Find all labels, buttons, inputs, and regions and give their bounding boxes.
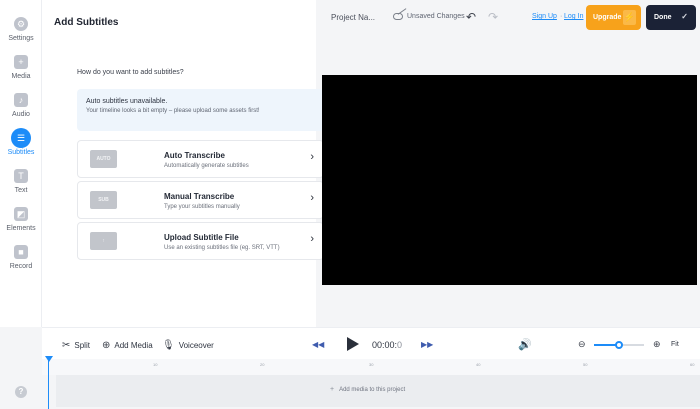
sub-thumbnail-icon: SUB — [90, 191, 117, 209]
auto-thumbnail-icon: AUTO — [90, 150, 117, 168]
notice-title: Auto subtitles unavailable. — [86, 98, 168, 105]
add-media-label: Add Media — [114, 341, 153, 350]
chevron-right-icon: › — [310, 192, 314, 204]
sidebar-item-label: Media — [11, 73, 31, 80]
text-icon: T — [14, 169, 28, 183]
playhead-handle[interactable] — [45, 356, 53, 362]
rewind-icon[interactable]: ◀◀ — [312, 340, 324, 349]
fit-button[interactable]: Fit — [671, 341, 679, 348]
editor-app: ⚙ Settings + Media ♪ Audio ☰ Subtitles T… — [0, 0, 700, 409]
play-icon[interactable] — [347, 337, 359, 351]
chevron-right-icon: › — [310, 151, 314, 163]
voiceover-label: Voiceover — [178, 341, 214, 350]
split-label: Split — [74, 341, 90, 350]
upgrade-label: Upgrade — [593, 14, 622, 21]
option-title: Manual Transcribe — [164, 192, 235, 201]
sidebar-item-elements[interactable]: ◩ Elements — [0, 207, 42, 243]
add-media-hint-label: Add media to this project — [339, 386, 406, 393]
record-icon: ■ — [14, 245, 28, 259]
microphone-icon: 🎙 — [162, 340, 175, 351]
subtitles-unavailable-notice: Auto subtitles unavailable. Your timelin… — [77, 89, 324, 131]
option-subtitle: Use an existing subtitles file (eg. SRT,… — [164, 245, 280, 251]
timecode-fraction: 0 — [397, 340, 403, 350]
speaker-icon[interactable]: 🔊 — [518, 338, 532, 351]
split-button[interactable]: ✂ Split — [62, 340, 90, 351]
subtitles-question: How do you want to add subtitles? — [77, 69, 184, 76]
ruler-tick-label: 10 — [153, 362, 158, 367]
add-media-hint[interactable]: + Add media to this project — [330, 386, 405, 393]
sidebar-item-audio[interactable]: ♪ Audio — [0, 93, 42, 129]
sidebar-item-label: Audio — [12, 111, 30, 118]
plus-icon: + — [330, 386, 335, 393]
playhead-line — [48, 360, 49, 409]
ruler-tick-label: 20 — [260, 362, 265, 367]
notice-body: Your timeline looks a bit empty – please… — [86, 108, 260, 114]
manual-transcribe-option[interactable]: SUB Manual Transcribe Type your subtitle… — [77, 181, 324, 219]
sidebar-item-label: Settings — [8, 35, 34, 42]
ruler-tick-label: 30 — [369, 362, 374, 367]
help-icon[interactable]: ? — [15, 386, 27, 398]
sidebar-item-label: Record — [9, 263, 33, 270]
empty-track[interactable]: + Add media to this project — [56, 375, 700, 407]
ruler-tick-label: 50 — [583, 362, 588, 367]
sidebar-item-record[interactable]: ■ Record — [0, 245, 42, 281]
timeline-ruler[interactable]: 10 20 30 40 50 60 — [42, 359, 700, 375]
sidebar-item-label: Elements — [6, 225, 36, 232]
left-sidebar: ⚙ Settings + Media ♪ Audio ☰ Subtitles T… — [0, 0, 42, 327]
option-subtitle: Type your subtitles manually — [164, 204, 240, 210]
sidebar-item-subtitles[interactable]: ☰ Subtitles — [0, 128, 42, 167]
cloud-off-icon — [393, 13, 403, 20]
redo-icon[interactable]: ↷ — [488, 10, 498, 24]
ruler-tick-label: 40 — [476, 362, 481, 367]
add-circle-icon: ⊕ — [102, 340, 111, 351]
sidebar-item-label: Subtitles — [7, 149, 35, 156]
zoom-slider[interactable] — [594, 341, 644, 349]
unsaved-label: Unsaved Changes — [407, 13, 465, 20]
sign-up-link[interactable]: Sign Up — [532, 13, 557, 20]
sidebar-item-settings[interactable]: ⚙ Settings — [0, 17, 42, 53]
sidebar-item-text[interactable]: T Text — [0, 169, 42, 205]
link-separator: · — [560, 13, 563, 20]
auto-transcribe-option[interactable]: AUTO Auto Transcribe Automatically gener… — [77, 140, 324, 178]
zoom-out-icon[interactable]: ⊖ — [578, 339, 586, 350]
subtitles-panel: Add Subtitles How do you want to add sub… — [42, 0, 324, 327]
done-button[interactable]: Done ✓ — [646, 5, 696, 30]
upload-thumbnail-icon: ↑ — [90, 232, 117, 250]
shapes-icon: ◩ — [14, 207, 28, 221]
fast-forward-icon[interactable]: ▶▶ — [421, 340, 433, 349]
ruler-tick-label: 60 — [690, 362, 695, 367]
project-name[interactable]: Project Na... — [331, 13, 375, 22]
gear-icon: ⚙ — [14, 17, 28, 31]
plus-icon: + — [14, 55, 28, 69]
voiceover-button[interactable]: 🎙 Voiceover — [162, 340, 214, 351]
add-media-button[interactable]: ⊕ Add Media — [102, 340, 153, 351]
upload-subtitle-file-option[interactable]: ↑ Upload Subtitle File Use an existing s… — [77, 222, 324, 260]
scissors-icon: ✂ — [62, 340, 71, 351]
zoom-in-icon[interactable]: ⊕ — [653, 339, 661, 350]
log-in-link[interactable]: Log In — [564, 13, 583, 20]
timecode-main: 00:00: — [372, 340, 398, 350]
upgrade-button[interactable]: Upgrade ⚡ — [586, 5, 641, 30]
sidebar-item-media[interactable]: + Media — [0, 55, 42, 91]
panel-title: Add Subtitles — [54, 17, 119, 28]
option-subtitle: Automatically generate subtitles — [164, 163, 249, 169]
chevron-right-icon: › — [310, 233, 314, 245]
zoom-slider-handle[interactable] — [615, 341, 623, 349]
music-note-icon: ♪ — [14, 93, 28, 107]
subtitles-icon: ☰ — [11, 128, 31, 148]
option-title: Auto Transcribe — [164, 151, 225, 160]
video-canvas[interactable] — [322, 75, 697, 285]
timecode: 00:00:0 — [372, 340, 402, 350]
option-title: Upload Subtitle File — [164, 233, 239, 242]
timeline-toolbar: ✂ Split ⊕ Add Media 🎙 Voiceover ◀◀ 00:00… — [42, 327, 700, 359]
undo-icon[interactable]: ↶ — [466, 10, 476, 24]
check-icon: ✓ — [681, 12, 688, 21]
unsaved-status: Unsaved Changes — [393, 13, 465, 20]
sidebar-item-label: Text — [14, 187, 28, 194]
top-bar: Project Na... Unsaved Changes ↶ ↷ Sign U… — [316, 0, 700, 36]
bolt-icon: ⚡ — [623, 10, 636, 25]
done-label: Done — [654, 14, 672, 21]
